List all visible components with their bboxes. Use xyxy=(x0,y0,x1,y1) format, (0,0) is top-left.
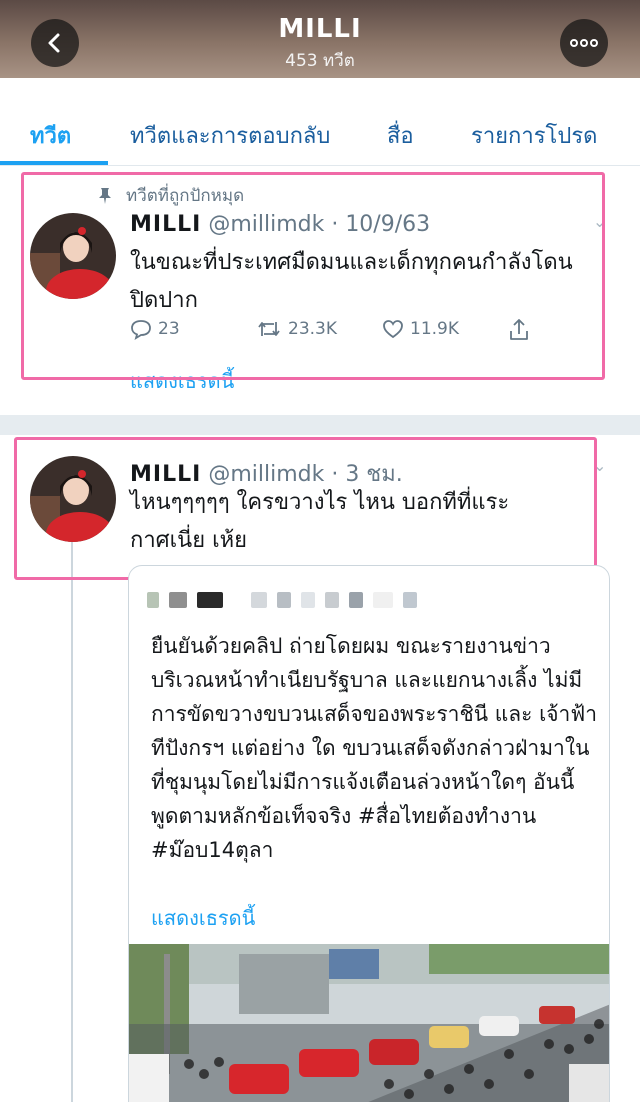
quoted-show-thread-link[interactable]: แสดงเธรดนี้ xyxy=(151,902,255,934)
quoted-author-redacted xyxy=(147,592,417,608)
more-options-button[interactable] xyxy=(560,19,608,67)
profile-header: MILLI 453 ทวีต xyxy=(0,0,640,78)
highlight-box xyxy=(21,172,605,380)
profile-name-title: MILLI xyxy=(278,14,362,44)
tab-tweets-and-replies[interactable]: ทวีตและการตอบกลับ xyxy=(130,118,330,153)
tweet-count: 453 ทวีต xyxy=(285,51,355,71)
street-crowd-image xyxy=(129,944,609,1102)
profile-timeline-screen: MILLI 453 ทวีต ทวีต ทวีตและการตอบกลับ สื… xyxy=(0,0,640,1102)
quoted-photo[interactable] xyxy=(129,944,609,1102)
tab-tweets[interactable]: ทวีต xyxy=(30,118,71,153)
profile-tabs: ทวีต ทวีตและการตอบกลับ สื่อ รายการโปรด xyxy=(0,78,640,166)
tab-likes[interactable]: รายการโปรด xyxy=(471,118,597,153)
quoted-tweet-card[interactable]: ยืนยันด้วยคลิป ถ่ายโดยผม ขณะรายงานข่าว บ… xyxy=(128,565,610,1102)
tab-media[interactable]: สื่อ xyxy=(387,118,414,153)
active-tab-indicator xyxy=(0,161,108,165)
highlight-box xyxy=(14,437,597,580)
more-dots-icon xyxy=(570,39,598,47)
thread-line xyxy=(71,542,73,1102)
quoted-tweet-text: ยืนยันด้วยคลิป ถ่ายโดยผม ขณะรายงานข่าว บ… xyxy=(151,634,598,862)
tweet-divider xyxy=(0,415,640,435)
